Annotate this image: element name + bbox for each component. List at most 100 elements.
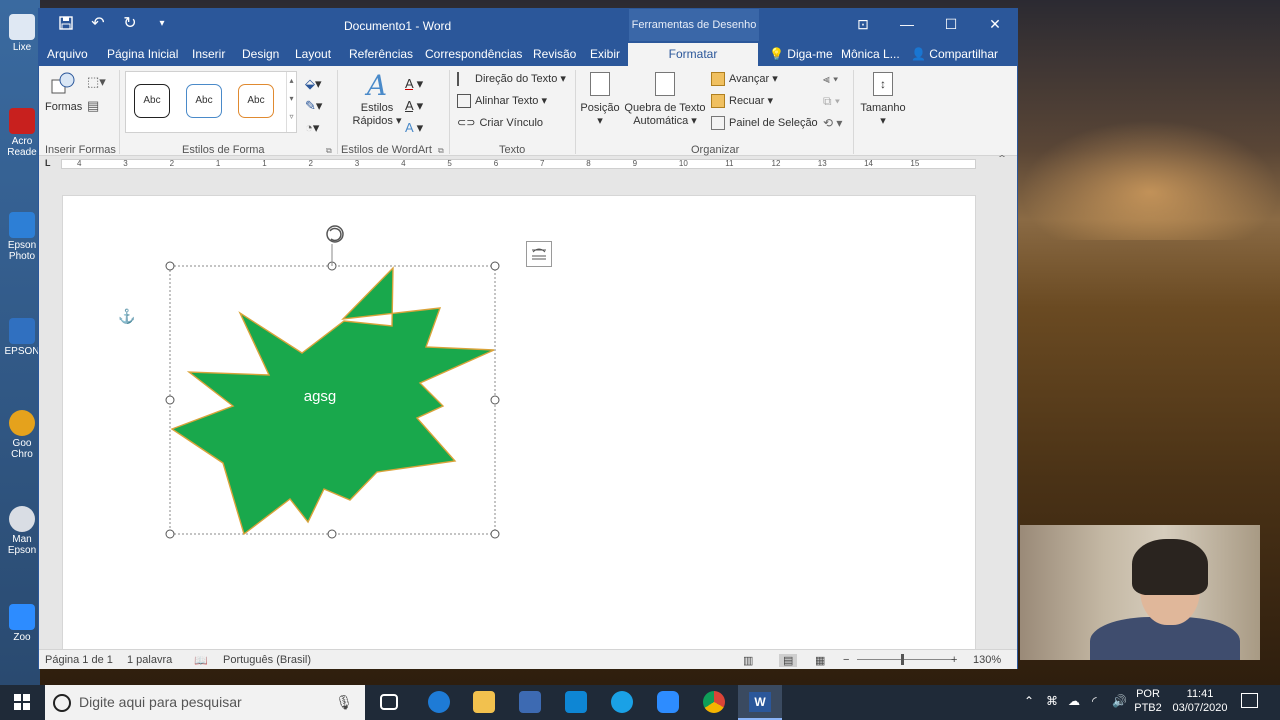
- shape-style-orange[interactable]: Abc: [238, 84, 274, 118]
- size-button[interactable]: ↕ Tamanho ▾: [857, 72, 909, 127]
- chrome-app-icon[interactable]: [703, 691, 725, 713]
- desktop-icon-epson[interactable]: EPSON: [4, 318, 40, 357]
- ruler-track[interactable]: 4 3 2 1 1 2 3 4 5 6 7 8 9 10 11 12 13 14 15: [61, 159, 976, 169]
- shape-fill-icon[interactable]: ⬙▾: [305, 76, 322, 92]
- text-fill-icon[interactable]: A ▾: [405, 76, 423, 92]
- network-icon[interactable]: ⌘: [1046, 694, 1058, 708]
- store-icon[interactable]: [519, 691, 541, 713]
- resize-handle[interactable]: [165, 395, 175, 405]
- selected-shape[interactable]: agsg: [165, 225, 500, 539]
- quick-styles-button[interactable]: A Estilos Rápidos ▾: [351, 70, 403, 128]
- zoom-level[interactable]: 130%: [973, 654, 1001, 666]
- maximize-button[interactable]: ☐: [929, 9, 973, 41]
- document-page[interactable]: ⚓ agsg: [62, 195, 976, 650]
- user-account[interactable]: Mônica L...: [841, 47, 900, 61]
- tab-stop-selector[interactable]: L: [45, 158, 51, 168]
- redo-icon[interactable]: ↻: [121, 15, 139, 33]
- selection-pane-button[interactable]: Painel de Seleção: [711, 116, 818, 130]
- gallery-scroll[interactable]: ▴ ▾ ▿: [286, 72, 296, 132]
- align-objects-icon[interactable]: ⫷ ▾: [823, 72, 838, 87]
- word-taskbar-button[interactable]: W: [738, 685, 782, 720]
- shape-outline-icon[interactable]: ✎▾: [305, 98, 322, 114]
- zoom-in-icon[interactable]: +: [951, 654, 957, 666]
- shapes-button[interactable]: Formas: [45, 70, 82, 122]
- word-count[interactable]: 1 palavra: [127, 654, 172, 666]
- resize-handle[interactable]: [490, 529, 500, 539]
- send-backward-button[interactable]: Recuar ▾: [711, 94, 773, 109]
- zoom-slider-thumb[interactable]: [901, 654, 904, 665]
- zoom-out-icon[interactable]: −: [843, 654, 849, 666]
- tab-inserir[interactable]: Inserir: [192, 47, 225, 61]
- proofing-icon[interactable]: 📖: [194, 654, 208, 667]
- shape-text[interactable]: agsg: [292, 388, 348, 405]
- bring-forward-button[interactable]: Avançar ▾: [711, 72, 778, 87]
- desktop-icon-epson-photo[interactable]: Epson Photo: [4, 212, 40, 262]
- resize-handle[interactable]: [490, 261, 500, 271]
- desktop-icon-manual-epson[interactable]: Man Epson: [4, 506, 40, 556]
- customize-qat-icon[interactable]: ▾: [153, 15, 171, 33]
- skype-icon[interactable]: [611, 691, 633, 713]
- language[interactable]: Português (Brasil): [223, 654, 311, 666]
- wrap-text-button[interactable]: Quebra de Texto Automática ▾: [623, 72, 707, 127]
- rotate-objects-icon[interactable]: ⟲ ▾: [823, 116, 842, 130]
- tab-formatar[interactable]: Formatar: [628, 43, 758, 66]
- wifi-icon[interactable]: ◜: [1092, 694, 1097, 708]
- windows-start-icon[interactable]: [14, 694, 30, 710]
- zoom-slider[interactable]: [857, 659, 955, 660]
- app-infinity-icon[interactable]: [565, 691, 587, 713]
- create-link-button[interactable]: ⊂⊃ Criar Vínculo: [457, 116, 543, 129]
- tab-design[interactable]: Design: [242, 47, 279, 61]
- dialog-launcher-icon[interactable]: ⧉: [326, 146, 332, 156]
- input-language[interactable]: POR PTB2: [1134, 687, 1162, 715]
- ribbon-display-options-icon[interactable]: ⊡: [841, 9, 885, 41]
- shape-style-black[interactable]: Abc: [134, 84, 170, 118]
- share-button[interactable]: 👤 Compartilhar: [911, 47, 998, 61]
- tab-pagina-inicial[interactable]: Página Inicial: [107, 47, 178, 61]
- tab-referencias[interactable]: Referências: [349, 47, 413, 61]
- close-button[interactable]: ✕: [973, 9, 1017, 41]
- print-layout-icon[interactable]: ▤: [779, 654, 798, 667]
- resize-handle[interactable]: [165, 529, 175, 539]
- undo-icon[interactable]: ↶: [89, 15, 107, 33]
- align-text-button[interactable]: Alinhar Texto ▾: [457, 94, 547, 109]
- tab-arquivo[interactable]: Arquivo: [47, 47, 88, 61]
- microphone-icon[interactable]: 🎙: [335, 685, 353, 720]
- desktop-icon-chrome[interactable]: Goo Chro: [4, 410, 40, 460]
- resize-handle[interactable]: [490, 395, 500, 405]
- text-effects-icon[interactable]: A ▾: [405, 120, 423, 136]
- position-button[interactable]: Posição ▾: [579, 72, 621, 127]
- save-icon[interactable]: [57, 15, 75, 33]
- notifications-icon[interactable]: [1241, 693, 1258, 708]
- group-objects-icon[interactable]: ⧉ ▾: [823, 94, 840, 109]
- zoom-app-icon[interactable]: [657, 691, 679, 713]
- edge-icon[interactable]: [428, 691, 450, 713]
- textbox-icon[interactable]: ▤: [87, 98, 99, 114]
- tab-revisao[interactable]: Revisão: [533, 47, 576, 61]
- page-count[interactable]: Página 1 de 1: [45, 654, 113, 666]
- text-outline-icon[interactable]: A ▾: [405, 98, 423, 114]
- taskbar-search[interactable]: Digite aqui para pesquisar 🎙: [45, 685, 365, 720]
- tab-layout[interactable]: Layout: [295, 47, 331, 61]
- resize-handle[interactable]: [327, 529, 337, 539]
- tell-me-search[interactable]: 💡 Diga-me: [769, 47, 833, 61]
- edit-shape-icon[interactable]: ⬚▾: [87, 74, 106, 90]
- shape-style-blue[interactable]: Abc: [186, 84, 222, 118]
- volume-icon[interactable]: 🔊: [1112, 694, 1127, 708]
- layout-options-icon[interactable]: [526, 241, 552, 267]
- resize-handle[interactable]: [165, 261, 175, 271]
- onedrive-icon[interactable]: ☁: [1068, 694, 1080, 708]
- desktop-icon-lixeira[interactable]: Lixe: [4, 14, 40, 53]
- task-view-icon[interactable]: [380, 694, 398, 710]
- desktop-icon-acrobat[interactable]: Acro Reade: [4, 108, 40, 158]
- tray-chevron-icon[interactable]: ⌃: [1024, 694, 1034, 708]
- rotate-handle-icon[interactable]: [326, 225, 344, 243]
- tab-exibir[interactable]: Exibir: [590, 47, 620, 61]
- shape-effects-icon[interactable]: ◔▾: [305, 120, 319, 136]
- read-mode-icon[interactable]: ▥: [743, 654, 753, 667]
- text-direction-button[interactable]: Direção do Texto ▾: [457, 72, 566, 87]
- file-explorer-icon[interactable]: [473, 691, 495, 713]
- tab-correspondencias[interactable]: Correspondências: [425, 47, 522, 61]
- desktop-icon-zoom[interactable]: Zoo: [4, 604, 40, 643]
- web-layout-icon[interactable]: ▦: [815, 654, 825, 667]
- dialog-launcher-icon[interactable]: ⧉: [438, 146, 444, 156]
